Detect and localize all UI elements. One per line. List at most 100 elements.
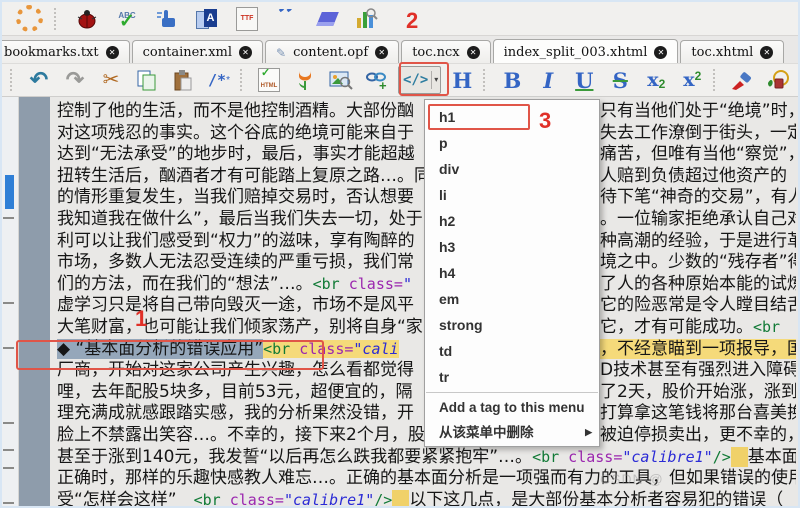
text-segment: 痛苦，但唯有当他“察觉”， xyxy=(600,144,796,165)
fold-marker[interactable] xyxy=(3,217,14,219)
undo-button[interactable]: ↶ xyxy=(24,66,54,94)
fold-marker[interactable] xyxy=(3,347,14,349)
text-segment: 人赔到负债超过他资产的 xyxy=(600,165,787,186)
insert-link-button[interactable]: + xyxy=(362,66,392,94)
tab-bar: ◂ bookmarks.txt✕container.xml✕✎content.o… xyxy=(2,35,798,64)
comment-star: * xyxy=(226,74,230,86)
tab-close-icon[interactable]: ✕ xyxy=(466,46,480,59)
menu-item-strong[interactable]: strong xyxy=(425,312,599,338)
check-icon: ✓ xyxy=(119,10,135,32)
strikethrough-button[interactable]: S xyxy=(605,66,635,94)
editor-line[interactable]: 受“怎样会这样” <br class="calibre1"/> 以下这几点，是大… xyxy=(57,489,796,508)
main-toolbar: ABC ✓ A TTF ” xyxy=(2,2,798,35)
tab-bookmarks.txt[interactable]: bookmarks.txt ✕ xyxy=(2,40,130,64)
copy-button[interactable] xyxy=(132,66,162,94)
tab-content.opf[interactable]: ✎ content.opf ✕ xyxy=(265,40,400,64)
code-segment: class= xyxy=(339,274,403,293)
menu-item-h2[interactable]: h2 xyxy=(425,208,599,234)
quotes-button[interactable]: ” xyxy=(272,5,302,33)
report-bug-button[interactable] xyxy=(72,5,102,33)
menu-item-h4[interactable]: h4 xyxy=(425,260,599,286)
paint-button[interactable] xyxy=(727,66,757,94)
text-segment: 它的险恶常是令人瞠目结舌 xyxy=(600,295,796,316)
editor-line[interactable]: 正确时，那样的乐趣快感教人难忘…。正确的基本面分析是一项强而有力的工具，但如果错… xyxy=(57,468,796,490)
menu-action-item[interactable]: 从该菜单中删除 ▶ xyxy=(425,420,599,445)
text-segment: 的情形重复发生，当我们赔掉交易时，否认想要 xyxy=(57,187,414,208)
italic-button[interactable]: I xyxy=(533,66,563,94)
redo-button[interactable]: ↷ xyxy=(60,66,90,94)
menu-item-em[interactable]: em xyxy=(425,286,599,312)
tab-close-icon[interactable]: ✕ xyxy=(760,46,774,59)
spellcheck-button[interactable]: ABC ✓ xyxy=(112,5,142,33)
subscript-button[interactable]: x2 xyxy=(641,66,671,94)
manage-fonts-button[interactable]: TTF xyxy=(232,5,262,33)
validate-html-button[interactable]: ✓ HTML xyxy=(254,66,284,94)
help-button[interactable] xyxy=(14,5,44,33)
tab-close-icon[interactable]: ✕ xyxy=(375,46,389,59)
fold-marker[interactable] xyxy=(3,449,14,451)
underline-button[interactable]: U xyxy=(569,66,599,94)
subscript-icon: x2 xyxy=(647,69,665,91)
superscript-button[interactable]: x2 xyxy=(677,66,707,94)
text-segment: 了2天，股价开始涨，涨到 xyxy=(600,381,796,402)
menu-item-tr[interactable]: tr xyxy=(425,364,599,390)
fold-marker[interactable] xyxy=(3,302,14,304)
line-right-fragment: 失去工作潦倒于街头，一定 xyxy=(600,123,796,145)
comment-button[interactable]: /* * xyxy=(204,66,234,94)
menu-item-li[interactable]: li xyxy=(425,182,599,208)
bold-button[interactable]: B xyxy=(497,66,527,94)
tab-close-icon[interactable]: ✕ xyxy=(239,46,253,59)
line-right-fragment: 人赔到负债超过他资产的 xyxy=(600,166,787,188)
code-segment: <br xyxy=(193,490,221,508)
scissors-icon: ✂ xyxy=(102,69,120,91)
fold-marker[interactable] xyxy=(3,422,14,424)
tab-container.xml[interactable]: container.xml ✕ xyxy=(131,40,264,64)
reports-button[interactable] xyxy=(352,5,382,33)
cut-button[interactable]: ✂ xyxy=(96,66,126,94)
paintbrush-icon xyxy=(732,72,752,90)
translate-letter: A xyxy=(204,8,217,27)
translate-button[interactable]: A xyxy=(192,5,222,33)
tab-toc.xhtml[interactable]: toc.xhtml ✕ xyxy=(680,40,785,64)
eraser-icon xyxy=(315,11,339,26)
text-segment: 待下笔“神奇的交易”，有人 xyxy=(600,187,796,208)
menu-item-div[interactable]: div xyxy=(425,156,599,182)
fold-marker[interactable] xyxy=(3,502,14,504)
tab-close-icon[interactable]: ✕ xyxy=(654,45,668,59)
line-right-fragment: D技术甚至有强烈进入障碍 xyxy=(600,360,796,382)
tab-index_split_003.xhtml[interactable]: index_split_003.xhtml ✕ xyxy=(492,39,679,64)
insert-image-button[interactable] xyxy=(326,66,356,94)
heading-button[interactable]: H xyxy=(447,66,477,94)
menu-item-td[interactable]: td xyxy=(425,338,599,364)
clean-button[interactable] xyxy=(312,5,342,33)
menu-item-p[interactable]: p xyxy=(425,130,599,156)
scrollbar-thumb[interactable] xyxy=(5,175,14,209)
text-segment xyxy=(177,490,194,506)
code-view-editor[interactable]: 控制了他的生活，而不是他控制酒精。大部份酗 只有当他们处于“绝境”时， 对这项残忍的… xyxy=(2,97,798,508)
toolbar-drag-handle[interactable] xyxy=(10,69,18,91)
check-icon: ✓ xyxy=(261,67,271,79)
comment-icon: /* xyxy=(208,71,227,89)
annotation-step-1: 1 xyxy=(135,306,148,331)
toolbar-drag-handle[interactable] xyxy=(54,7,62,30)
toolbar-drag-handle[interactable] xyxy=(240,69,248,91)
fold-marker[interactable] xyxy=(3,467,14,469)
paste-button[interactable] xyxy=(168,66,198,94)
clear-format-button[interactable] xyxy=(763,66,793,94)
menu-item-h3[interactable]: h3 xyxy=(425,234,599,260)
toolbar-drag-handle[interactable] xyxy=(483,69,491,91)
submenu-arrow-icon: ▶ xyxy=(585,427,592,437)
text-segment: 被迫停损卖出，更不幸的， xyxy=(600,424,796,445)
editor-line[interactable]: 甚至于涨到140元，我发誓“以后再怎么跌我都要紧紧抱牢”…。<br class=… xyxy=(57,446,796,469)
tab-close-icon[interactable]: ✕ xyxy=(105,46,119,59)
code-segment: <br xyxy=(753,317,781,336)
donate-button[interactable] xyxy=(290,66,320,94)
watermark: CSDN @ xyxy=(600,471,664,487)
well-formed-check-button[interactable] xyxy=(152,5,182,33)
line-right-fragment: 境之中。少数的“残存者”得 xyxy=(600,252,796,274)
pen-icon: ✎ xyxy=(276,45,287,60)
tab-toc.ncx[interactable]: toc.ncx ✕ xyxy=(401,40,491,64)
code-segment: /> xyxy=(374,490,393,508)
toolbar-drag-handle[interactable] xyxy=(713,69,721,91)
menu-action-item[interactable]: Add a tag to this menu xyxy=(425,395,599,420)
